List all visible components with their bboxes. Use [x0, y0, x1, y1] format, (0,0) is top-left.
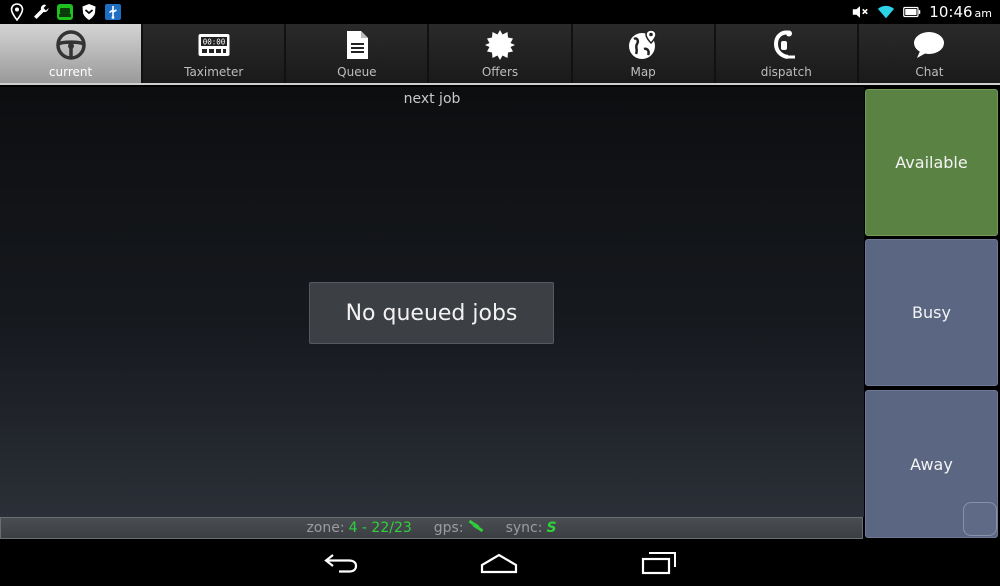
steering-wheel-icon — [54, 28, 88, 62]
clock: 10:46 am — [929, 3, 992, 21]
mute-icon — [851, 3, 869, 21]
sync-value: S — [546, 520, 557, 536]
empty-queue-message: No queued jobs — [309, 282, 554, 344]
wifi-icon — [877, 3, 895, 21]
tab-queue[interactable]: Queue — [286, 24, 428, 83]
tab-map[interactable]: Map — [572, 24, 714, 83]
recents-icon[interactable] — [629, 545, 689, 581]
next-job-label: next job — [403, 91, 461, 107]
headset-icon — [769, 28, 803, 62]
floating-handle-button[interactable] — [963, 502, 997, 536]
chat-bubble-icon — [912, 28, 946, 62]
back-icon[interactable] — [311, 545, 371, 581]
zone-status: zone: 4 - 22/23 — [306, 520, 412, 536]
usb-icon — [104, 3, 122, 21]
document-icon — [340, 28, 374, 62]
navigation-bar — [0, 539, 1000, 586]
tab-offers[interactable]: Offers — [429, 24, 571, 83]
home-icon[interactable] — [469, 545, 529, 581]
location-pin-icon — [8, 3, 26, 21]
taximeter-icon: 00:00 — [197, 28, 231, 62]
current-job-panel: next job No queued jobs — [0, 87, 864, 517]
gps-status: gps: — [434, 519, 484, 537]
zone-value: 4 - 22/23 — [348, 520, 412, 536]
tab-dispatch[interactable]: dispatch — [715, 24, 857, 83]
status-bar: 10:46 am — [0, 0, 1000, 24]
tab-chat[interactable]: Chat — [858, 24, 1000, 83]
status-footer: zone: 4 - 22/23 gps: sync: S — [0, 517, 863, 539]
tab-current[interactable]: current — [0, 24, 142, 83]
starburst-icon — [483, 28, 517, 62]
svg-text:00:00: 00:00 — [202, 38, 225, 47]
sync-status: sync: S — [505, 520, 557, 536]
available-button[interactable]: Available — [865, 89, 998, 236]
shield-icon — [80, 3, 98, 21]
battery-icon — [903, 3, 921, 21]
wrench-icon — [32, 3, 50, 21]
availability-panel: Available Busy Away — [864, 87, 1000, 539]
taxi-app-icon — [56, 3, 74, 21]
busy-button[interactable]: Busy — [865, 239, 998, 386]
globe-pin-icon — [626, 28, 660, 62]
satellite-icon — [468, 519, 484, 537]
tab-taximeter[interactable]: 00:00 Taximeter — [143, 24, 285, 83]
tab-bar: current 00:00 Taximeter Queue Offers Map — [0, 24, 1000, 85]
app-window: 10:46 am current 00:00 Taximeter Queue O… — [0, 0, 1000, 586]
